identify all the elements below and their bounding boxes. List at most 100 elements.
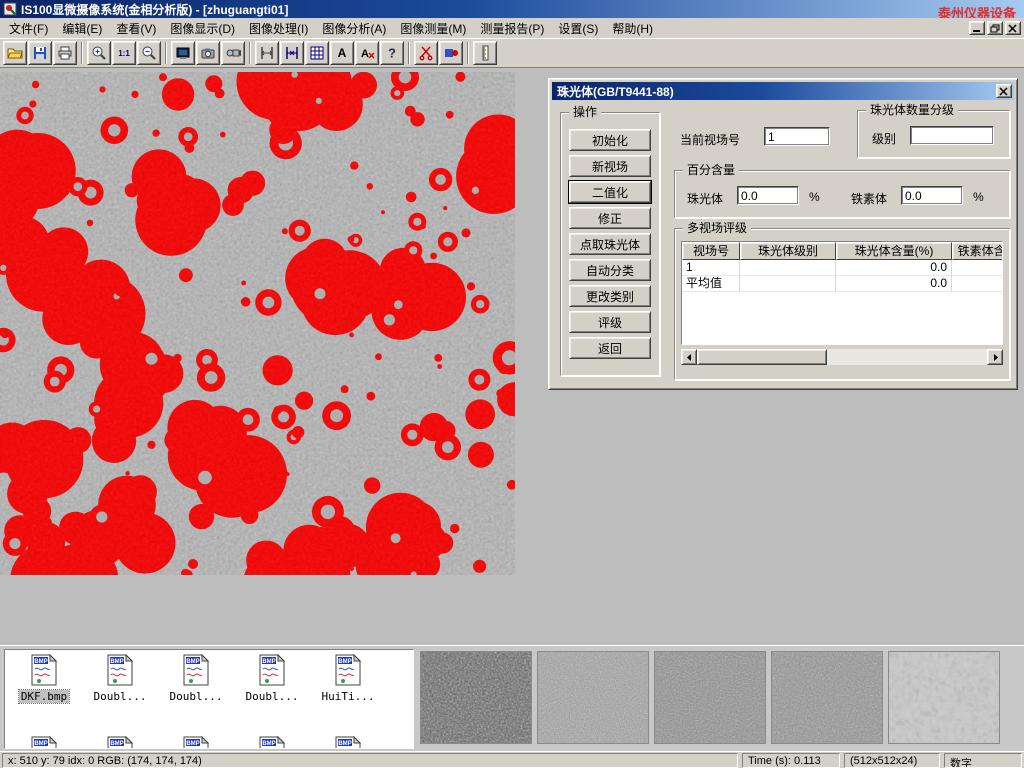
ferrite-percent-input[interactable] (901, 186, 963, 205)
bmp-file-icon: BMP (31, 654, 57, 686)
child-close-button[interactable] (1005, 21, 1021, 35)
correct-button[interactable]: 修正 (569, 207, 651, 229)
toolbar-text-button[interactable]: A (330, 41, 354, 65)
toolbar-capture-button[interactable] (171, 41, 195, 65)
preview-thumbnail-4[interactable] (771, 651, 883, 744)
file-item-dkf[interactable]: BMP DKF.bmp (7, 654, 81, 703)
table-header-row: 视场号 珠光体级别 珠光体含量(%) 铁素体含量(%) (682, 242, 1003, 260)
scroll-right-button[interactable] (987, 349, 1003, 365)
print-icon (57, 45, 73, 61)
toolbar-zoom-in-button[interactable] (87, 41, 111, 65)
file-item[interactable]: BMP (235, 736, 309, 749)
micrograph-image[interactable] (0, 72, 515, 575)
grade-level-label: 级别 (872, 130, 896, 147)
file-item-double3[interactable]: BMP Doubl... (235, 654, 309, 703)
file-item[interactable]: BMP (7, 736, 81, 749)
menu-view[interactable]: 查看(V) (109, 17, 163, 40)
return-button[interactable]: 返回 (569, 337, 651, 359)
svg-text:BMP: BMP (34, 659, 47, 665)
toolbar-cut-button[interactable] (414, 41, 438, 65)
pearlite-percent-input[interactable] (737, 186, 799, 205)
toolbar-marker-button[interactable] (439, 41, 463, 65)
col-field-number[interactable]: 视场号 (682, 242, 740, 260)
pick-pearlite-button[interactable]: 点取珠光体 (569, 233, 651, 255)
col-ferrite-content[interactable]: 铁素体含量(%) (952, 242, 1003, 260)
status-time: Time (s): 0.113 (742, 753, 840, 768)
scrollbar-thumb[interactable] (697, 349, 827, 365)
toolbar-text-remove-button[interactable]: A (355, 41, 379, 65)
preview-thumbnail-3[interactable] (654, 651, 766, 744)
toolbar-separator (165, 42, 167, 64)
toolbar-save-button[interactable] (28, 41, 52, 65)
toolbar-print-button[interactable] (53, 41, 77, 65)
toolbar-video-button[interactable] (221, 41, 245, 65)
toolbar-zoom-out-button[interactable] (137, 41, 161, 65)
toolbar-camera-button[interactable] (196, 41, 220, 65)
menu-image-measure[interactable]: 图像测量(M) (393, 17, 473, 40)
menu-help[interactable]: 帮助(H) (605, 17, 660, 40)
open-folder-icon (7, 45, 23, 61)
auto-classify-button[interactable]: 自动分类 (569, 259, 651, 281)
toolbar-actual-size-button[interactable]: 1:1 (112, 41, 136, 65)
binarize-button[interactable]: 二值化 (569, 181, 651, 203)
scroll-left-button[interactable] (681, 349, 697, 365)
menu-file[interactable]: 文件(F) (2, 17, 55, 40)
mdi-workspace: 珠光体(GB/T9441-88) 操作 初始化 新视场 二值化 修正 点取珠光体… (0, 68, 1024, 645)
cell-field: 1 (682, 260, 740, 276)
preview-thumbnail-1[interactable] (420, 651, 532, 744)
file-item[interactable]: BMP (83, 736, 157, 749)
bottom-panel: BMP DKF.bmp BMP Doubl... BMP Doubl... BM… (0, 645, 1024, 751)
col-pearlite-grade[interactable]: 珠光体级别 (740, 242, 836, 260)
col-pearlite-content[interactable]: 珠光体含量(%) (836, 242, 952, 260)
svg-text:BMP: BMP (110, 659, 123, 665)
pearlite-label: 珠光体 (687, 190, 723, 207)
text-icon: A (334, 45, 350, 61)
text-remove-icon: A (359, 45, 375, 61)
toolbar-measure-outer-button[interactable] (255, 41, 279, 65)
child-restore-button[interactable] (987, 21, 1003, 35)
toolbar-open-button[interactable] (3, 41, 27, 65)
bmp-file-icon: BMP (259, 736, 285, 749)
grade-level-input[interactable] (910, 126, 994, 145)
cell-grade (740, 276, 836, 292)
menu-report[interactable]: 测量报告(P) (473, 17, 551, 40)
file-item[interactable]: BMP (159, 736, 233, 749)
cell-ferrite (952, 260, 1003, 276)
scrollbar-track[interactable] (697, 349, 987, 365)
file-item-double1[interactable]: BMP Doubl... (83, 654, 157, 703)
dialog-title-bar[interactable]: 珠光体(GB/T9441-88) (552, 82, 1014, 100)
app-icon (3, 2, 17, 16)
menu-image-display[interactable]: 图像显示(D) (163, 17, 242, 40)
toolbar-measure-inner-button[interactable] (280, 41, 304, 65)
menu-image-analysis[interactable]: 图像分析(A) (315, 17, 393, 40)
preview-thumbnail-5[interactable] (888, 651, 1000, 744)
menu-image-process[interactable]: 图像处理(I) (242, 17, 315, 40)
toolbar-help-button[interactable]: ? (380, 41, 404, 65)
init-button[interactable]: 初始化 (569, 129, 651, 151)
current-field-input[interactable] (764, 127, 830, 146)
child-minimize-button[interactable] (969, 21, 985, 35)
menu-settings[interactable]: 设置(S) (551, 17, 605, 40)
table-row[interactable]: 1 0.0 (682, 260, 1003, 276)
grid-icon (309, 45, 325, 61)
file-item-huiti[interactable]: BMP HuiTi... (311, 654, 385, 703)
menu-bar: 文件(F) 编辑(E) 查看(V) 图像显示(D) 图像处理(I) 图像分析(A… (0, 18, 1024, 38)
toolbar-grid-button[interactable] (305, 41, 329, 65)
new-field-button[interactable]: 新视场 (569, 155, 651, 177)
operation-group-label: 操作 (569, 105, 601, 119)
table-row[interactable]: 平均值 0.0 (682, 276, 1003, 292)
file-item[interactable]: BMP (311, 736, 385, 749)
bmp-file-icon: BMP (335, 736, 361, 749)
menu-edit[interactable]: 编辑(E) (55, 17, 109, 40)
dialog-close-button[interactable] (996, 84, 1012, 98)
file-item-double2[interactable]: BMP Doubl... (159, 654, 233, 703)
toolbar-separator (81, 42, 83, 64)
svg-text:BMP: BMP (262, 741, 275, 747)
operation-group: 操作 初始化 新视场 二值化 修正 点取珠光体 自动分类 更改类别 评级 返回 (560, 112, 660, 376)
change-class-button[interactable]: 更改类别 (569, 285, 651, 307)
grade-button[interactable]: 评级 (569, 311, 651, 333)
preview-thumbnail-2[interactable] (537, 651, 649, 744)
toolbar-ruler-button[interactable] (473, 41, 497, 65)
svg-text:A: A (361, 48, 369, 60)
svg-text:BMP: BMP (186, 659, 199, 665)
